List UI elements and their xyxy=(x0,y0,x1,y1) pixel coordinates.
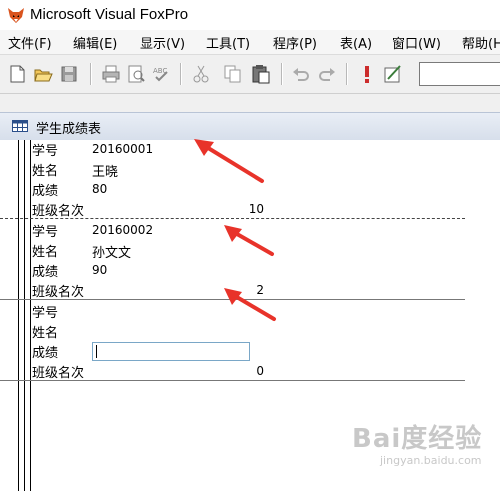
cut-icon[interactable] xyxy=(190,63,212,85)
toolbar-separator xyxy=(90,63,92,85)
rank-label: 班级名次 xyxy=(32,204,85,219)
menu-help[interactable]: 帮助(H) xyxy=(462,33,500,52)
grid-divider xyxy=(18,140,19,491)
app-title: Microsoft Visual FoxPro xyxy=(30,6,189,23)
id-label: 学号 xyxy=(32,225,59,240)
foxpro-fox-icon xyxy=(8,8,24,23)
new-icon[interactable] xyxy=(6,63,28,85)
score-label: 成绩 xyxy=(32,346,59,361)
name-label: 姓名 xyxy=(32,326,59,341)
score-label: 成绩 xyxy=(32,184,59,199)
save-icon[interactable] xyxy=(58,63,80,85)
menu-view[interactable]: 显示(V) xyxy=(140,33,185,52)
toolbar-separator xyxy=(180,63,182,85)
grid-divider xyxy=(24,140,25,491)
rank-label: 班级名次 xyxy=(32,285,85,300)
paste-icon[interactable] xyxy=(250,63,272,85)
table-grid-icon xyxy=(12,120,28,132)
modify-form-icon[interactable] xyxy=(382,63,404,85)
grid-divider xyxy=(30,140,31,491)
text-caret xyxy=(96,345,97,358)
menu-edit[interactable]: 编辑(E) xyxy=(73,33,117,52)
print-icon[interactable] xyxy=(100,63,122,85)
rank-label: 班级名次 xyxy=(32,366,85,381)
name-label: 姓名 xyxy=(32,164,59,179)
watermark-logo: Bai度经验 xyxy=(352,424,483,454)
score-label: 成绩 xyxy=(32,265,59,280)
score-value[interactable]: 80 xyxy=(92,182,107,196)
menu-window[interactable]: 窗口(W) xyxy=(392,33,441,52)
toolbar-combo-box[interactable] xyxy=(419,62,500,86)
toolbar-separator xyxy=(281,63,283,85)
name-label: 姓名 xyxy=(32,245,59,260)
rank-value[interactable]: 10 xyxy=(224,202,264,216)
rank-value[interactable]: 0 xyxy=(224,364,264,378)
id-value[interactable]: 20160002 xyxy=(92,223,153,237)
annotation-arrow xyxy=(194,139,264,183)
score-value[interactable]: 90 xyxy=(92,263,107,277)
menu-bar: 文件(F) 编辑(E) 显示(V) 工具(T) 程序(P) 表(A) 窗口(W)… xyxy=(0,30,500,55)
menu-table[interactable]: 表(A) xyxy=(340,33,372,52)
toolbar: ABC xyxy=(0,55,500,94)
record-separator xyxy=(0,380,465,381)
undo-icon[interactable] xyxy=(290,63,312,85)
name-value[interactable]: 王晓 xyxy=(92,161,118,180)
copy-icon[interactable] xyxy=(222,63,244,85)
window-title: 学生成绩表 xyxy=(36,122,102,137)
print-preview-icon[interactable] xyxy=(125,63,147,85)
annotation-arrow xyxy=(224,288,276,321)
redo-icon[interactable] xyxy=(316,63,338,85)
watermark-url: jingyan.baidu.com xyxy=(380,454,482,467)
open-icon[interactable] xyxy=(32,63,54,85)
score-input[interactable] xyxy=(92,342,250,361)
run-icon[interactable] xyxy=(356,63,378,85)
title-bar: Microsoft Visual FoxPro xyxy=(0,0,500,30)
spell-check-icon[interactable]: ABC xyxy=(150,63,172,85)
menu-file[interactable]: 文件(F) xyxy=(8,33,52,52)
name-value[interactable]: 孙文文 xyxy=(92,242,131,261)
annotation-arrow xyxy=(224,225,274,256)
id-value[interactable]: 20160001 xyxy=(92,142,153,156)
id-label: 学号 xyxy=(32,144,59,159)
id-label: 学号 xyxy=(32,306,59,321)
toolbar-separator xyxy=(346,63,348,85)
menu-program[interactable]: 程序(P) xyxy=(273,33,317,52)
menu-tools[interactable]: 工具(T) xyxy=(206,33,250,52)
record-separator xyxy=(0,218,465,219)
